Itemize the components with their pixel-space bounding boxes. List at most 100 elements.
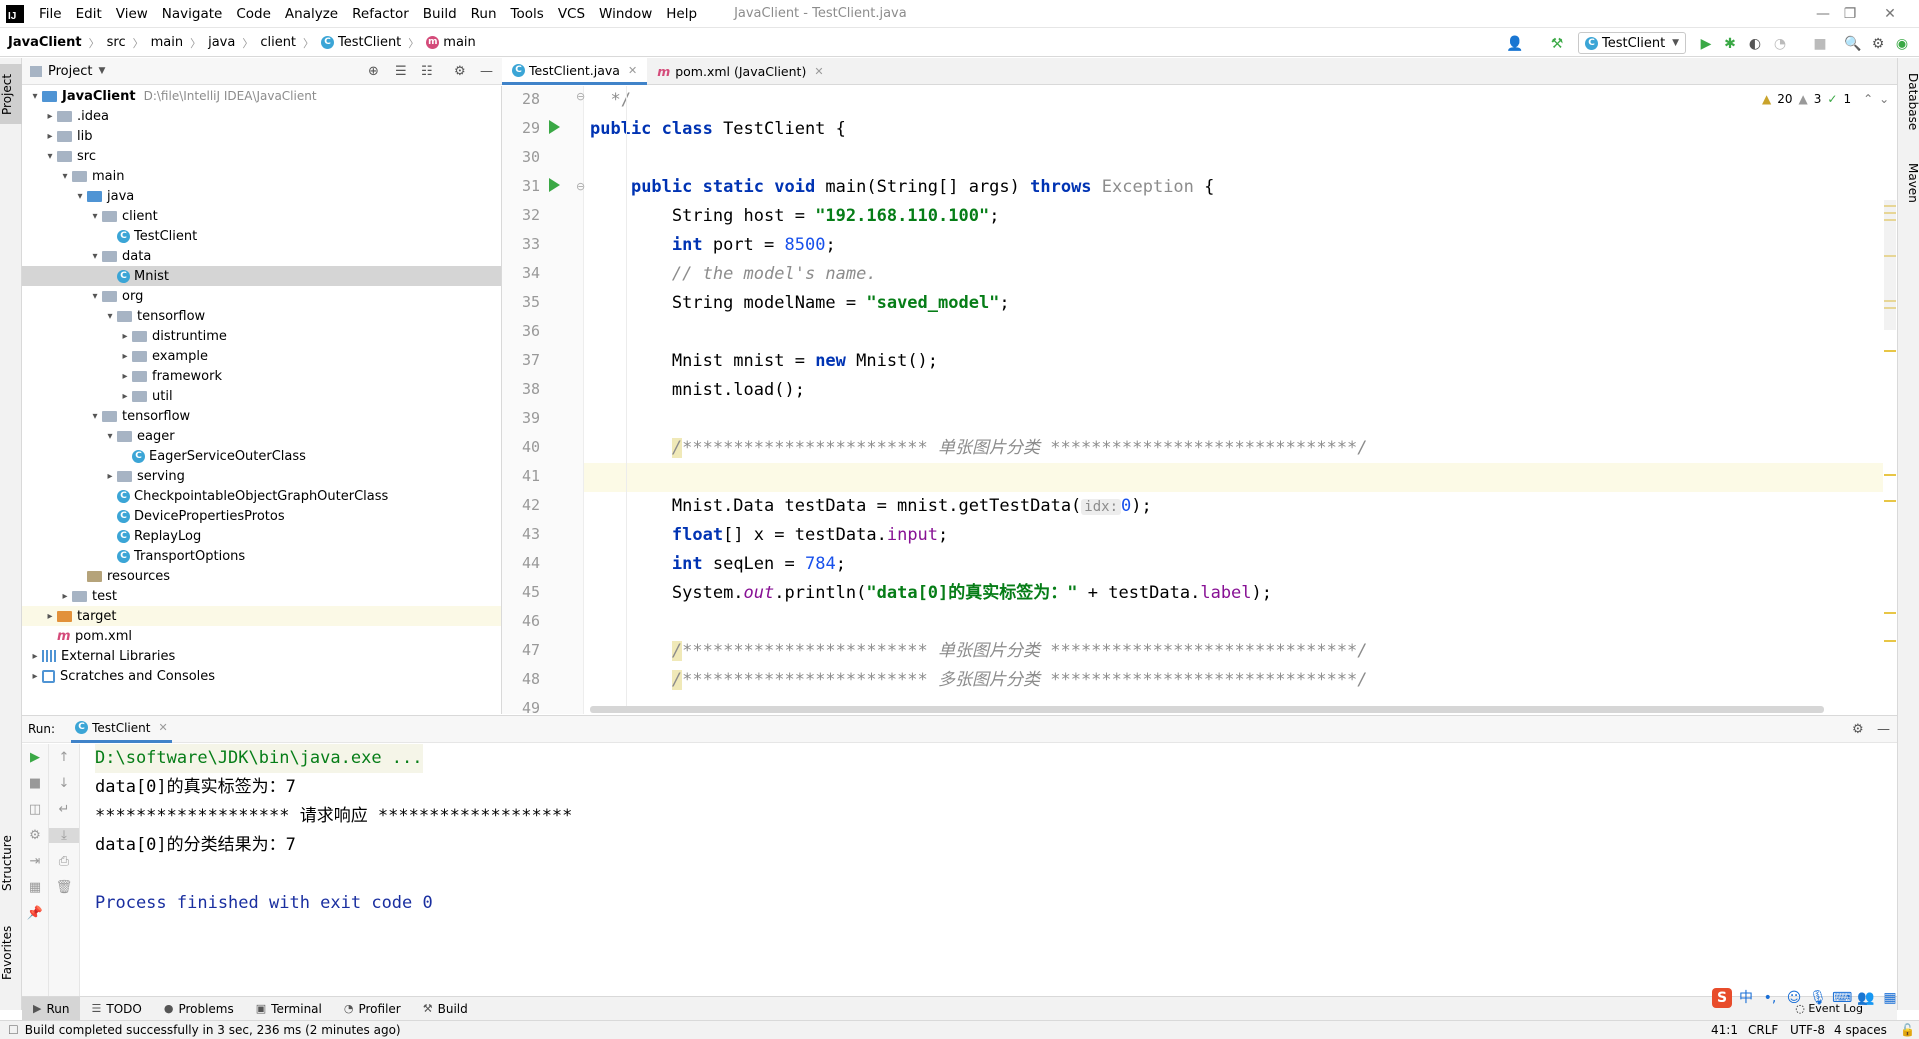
chevron-right-icon[interactable]: ▸ [58, 591, 72, 602]
tree-item-client[interactable]: ▾ client [22, 206, 501, 226]
debug-icon[interactable]: ✱ [1720, 34, 1740, 54]
soft-wrap-icon[interactable]: ↵ [49, 802, 79, 817]
tree-item-src[interactable]: ▾ src [22, 146, 501, 166]
keyboard-icon[interactable]: ⌨ [1832, 988, 1852, 1008]
coverage-icon[interactable]: ◐ [1745, 34, 1765, 54]
horizontal-scrollbar[interactable] [590, 706, 1824, 713]
tree-item-framework[interactable]: ▸ framework [22, 366, 501, 386]
breadcrumb-method[interactable]: m main [426, 35, 476, 50]
rerun-icon[interactable]: ▶ [22, 750, 48, 765]
camera-icon[interactable]: ◫ [22, 802, 48, 817]
profile-icon[interactable]: ◔ [1770, 34, 1790, 54]
build-hammer-icon[interactable]: ⚒ [1547, 34, 1567, 54]
locate-file-icon[interactable]: ⊕ [368, 64, 379, 79]
breadcrumb-client[interactable]: client [260, 35, 296, 50]
error-stripe-mark[interactable] [1884, 350, 1896, 352]
tree-item-transportoptions[interactable]: C TransportOptions [22, 546, 501, 566]
tree-item-checkpointableobjectgraphouterclass[interactable]: C CheckpointableObjectGraphOuterClass [22, 486, 501, 506]
run-class-gutter-icon[interactable] [549, 120, 560, 134]
chevron-right-icon[interactable]: ▸ [118, 371, 132, 382]
settings-gear-icon[interactable]: ⚙ [1868, 34, 1888, 54]
maven-tool-tab[interactable]: Maven [1898, 153, 1919, 213]
chevron-down-icon[interactable]: ▾ [58, 171, 72, 182]
tool-tab-terminal[interactable]: ▣ Terminal [245, 997, 333, 1021]
tree-item-distruntime[interactable]: ▸ distruntime [22, 326, 501, 346]
close-tab-icon[interactable]: ✕ [814, 65, 823, 78]
arrow-down-icon[interactable]: ↓ [49, 776, 79, 791]
tree-item-tensorflow[interactable]: ▾ tensorflow [22, 306, 501, 326]
update-icon[interactable]: ◉ [1892, 34, 1912, 54]
options-gear-icon[interactable]: ⚙ [454, 64, 466, 79]
tree-item-test[interactable]: ▸ test [22, 586, 501, 606]
chevron-down-icon[interactable]: ▾ [88, 291, 102, 302]
tree-item-pom-xml[interactable]: m pom.xml [22, 626, 501, 646]
menu-navigate[interactable]: Navigate [155, 0, 230, 28]
layout-icon[interactable]: ▦ [22, 880, 48, 895]
tree-item-devicepropertiesprotos[interactable]: C DevicePropertiesProtos [22, 506, 501, 526]
tab-testclient-java[interactable]: C TestClient.java ✕ [502, 58, 648, 85]
tree-item-util[interactable]: ▸ util [22, 386, 501, 406]
caret-position[interactable]: 41:1 [1711, 1023, 1738, 1037]
chevron-right-icon[interactable]: ▸ [118, 331, 132, 342]
status-message[interactable]: Build completed successfully in 3 sec, 2… [25, 1023, 401, 1037]
tree-item--idea[interactable]: ▸ .idea [22, 106, 501, 126]
breadcrumb-java[interactable]: java [208, 35, 235, 50]
tree-item-external-libraries[interactable]: ▸ External Libraries [22, 646, 501, 666]
chevron-down-icon[interactable]: ▾ [103, 431, 117, 442]
database-tool-tab[interactable]: Database [1898, 66, 1919, 138]
tool-tab-todo[interactable]: ☰ TODO [80, 997, 152, 1021]
run-icon[interactable]: ▶ [1696, 34, 1716, 54]
chevron-right-icon[interactable]: ▸ [118, 391, 132, 402]
tool-tab-build[interactable]: ⚒ Build [412, 997, 479, 1021]
close-tab-icon[interactable]: ✕ [158, 721, 167, 734]
favorites-tool-tab[interactable]: Favorites [0, 918, 22, 988]
tree-item-javaclient[interactable]: ▾ JavaClient D:\file\IntelliJ IDEA\JavaCli… [22, 86, 501, 106]
menu-view[interactable]: View [109, 0, 155, 28]
tree-item-target[interactable]: ▸ target [22, 606, 501, 626]
run-console[interactable]: D:\software\JDK\bin\java.exe ... data[0]… [80, 744, 1897, 996]
menu-help[interactable]: Help [659, 0, 704, 28]
emoji-icon[interactable]: ☺ [1784, 988, 1804, 1008]
inspection-widget[interactable]: ▲ 20 ▲ 3 ✓ 1 ⌃ ⌄ [1762, 90, 1892, 108]
breadcrumb-main[interactable]: main [151, 35, 183, 50]
menu-run[interactable]: Run [464, 0, 504, 28]
hide-panel-icon[interactable]: — [480, 64, 493, 79]
user-icon[interactable]: 👤 [1505, 34, 1525, 54]
stop-icon[interactable]: ■ [22, 776, 48, 791]
tree-item-data[interactable]: ▾ data [22, 246, 501, 266]
close-tab-icon[interactable]: ✕ [628, 64, 637, 77]
ime-language[interactable]: 中 [1736, 988, 1756, 1008]
error-stripe-mark[interactable] [1884, 612, 1896, 614]
scroll-to-end-icon[interactable]: ⤓ [49, 828, 79, 843]
chevron-right-icon[interactable]: ▸ [43, 131, 57, 142]
chevron-right-icon[interactable]: ▸ [118, 351, 132, 362]
breadcrumb-src[interactable]: src [107, 35, 126, 50]
tree-item-lib[interactable]: ▸ lib [22, 126, 501, 146]
project-tool-tab[interactable]: Project [0, 64, 22, 124]
status-square-icon[interactable]: ☐ [8, 1023, 19, 1037]
arrow-up-icon[interactable]: ↑ [49, 750, 79, 765]
chevron-down-icon[interactable]: ▼ [98, 66, 105, 76]
tree-item-example[interactable]: ▸ example [22, 346, 501, 366]
tree-item-eager[interactable]: ▾ eager [22, 426, 501, 446]
tool-tab-profiler[interactable]: ◔ Profiler [333, 997, 412, 1021]
tree-item-org[interactable]: ▾ org [22, 286, 501, 306]
restore-icon[interactable]: ❐ [1835, 4, 1865, 24]
pin-icon[interactable]: 📌 [22, 906, 48, 921]
microphone-icon[interactable]: 🎙 [1808, 988, 1828, 1008]
user-ime-icon[interactable]: 👥 [1856, 988, 1876, 1008]
hide-panel-icon[interactable]: — [1877, 722, 1890, 737]
trash-icon[interactable]: 🗑 [49, 880, 79, 895]
chevron-down-icon[interactable]: ▾ [88, 251, 102, 262]
search-icon[interactable]: 🔍 [1843, 34, 1863, 54]
sogou-ime-icon[interactable]: S [1712, 988, 1732, 1008]
project-panel-title[interactable]: Project [48, 64, 92, 79]
run-configuration-select[interactable]: C TestClient ▼ [1578, 32, 1686, 54]
tree-item-eagerserviceouterclass[interactable]: C EagerServiceOuterClass [22, 446, 501, 466]
chevron-right-icon[interactable]: ▸ [43, 611, 57, 622]
tree-item-testclient[interactable]: C TestClient [22, 226, 501, 246]
tree-item-scratches-and-consoles[interactable]: ▸ Scratches and Consoles [22, 666, 501, 686]
chevron-up-icon[interactable]: ⌃ [1863, 92, 1873, 106]
indent-setting[interactable]: 4 spaces [1834, 1023, 1887, 1037]
menu-code[interactable]: Code [229, 0, 278, 28]
